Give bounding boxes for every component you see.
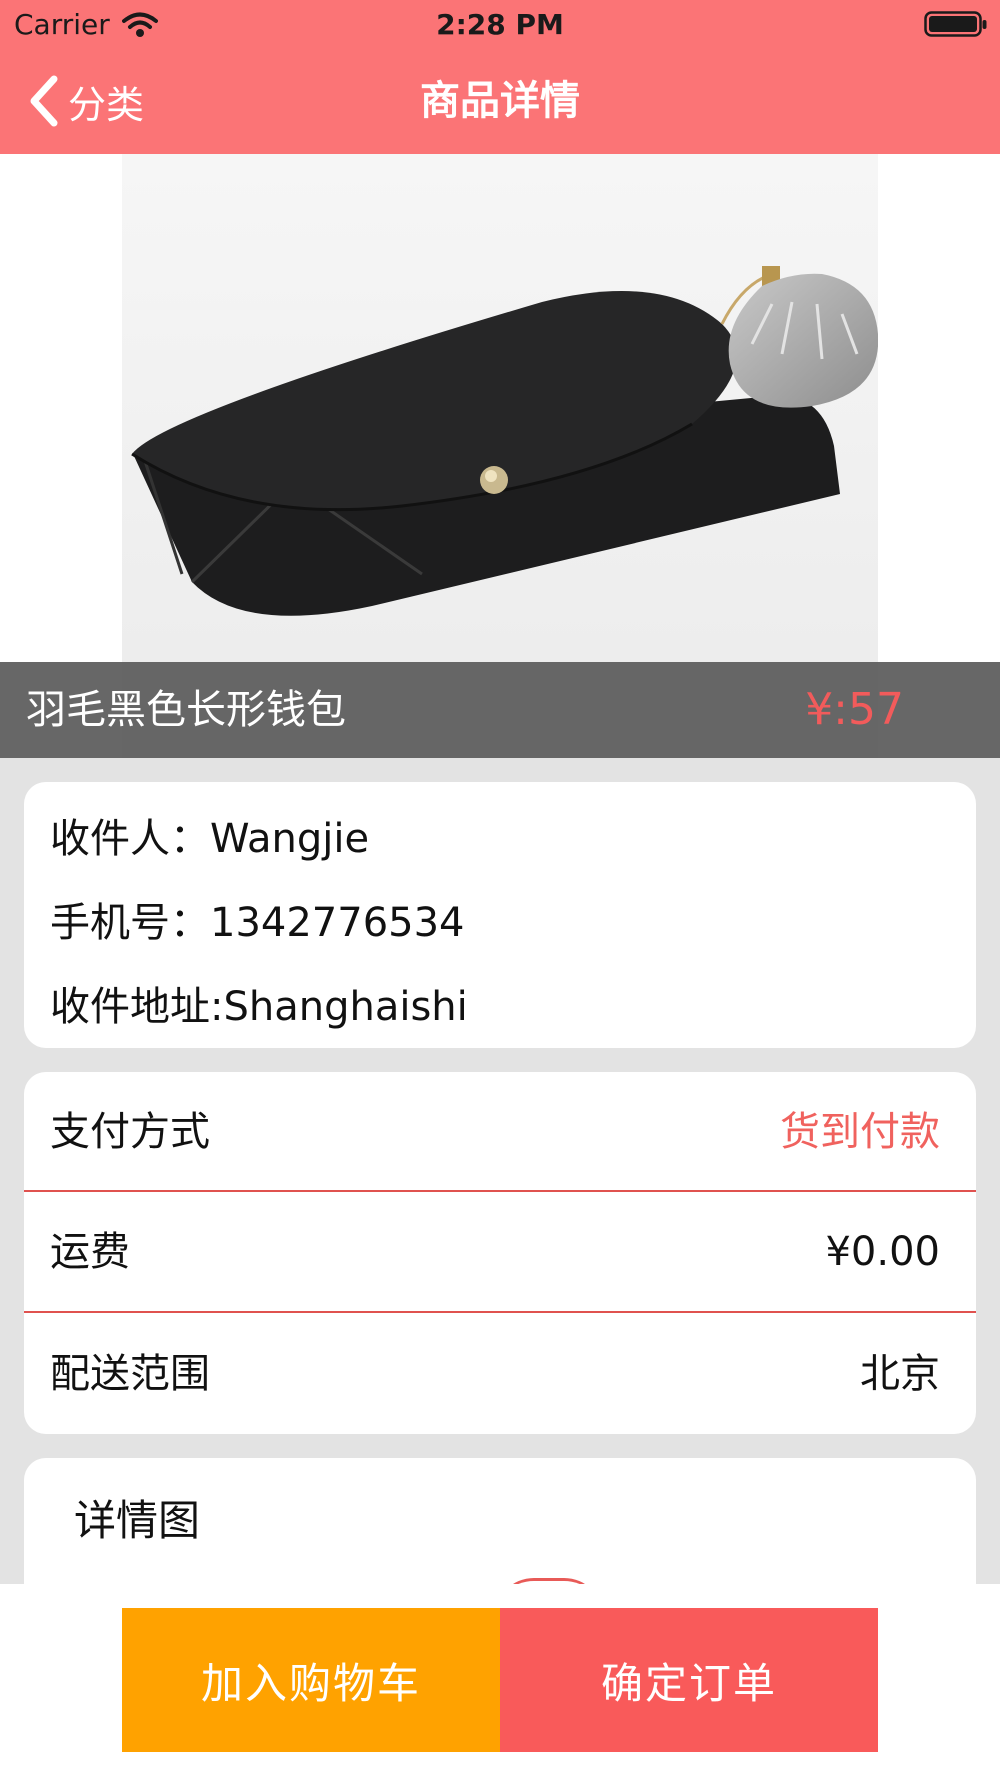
add-to-cart-button[interactable]: 加入购物车: [122, 1608, 500, 1752]
app-header: Carrier 2:28 PM 分类 商品详情: [0, 0, 1000, 154]
shipping-fee-row: 运费 ¥0.00: [24, 1192, 976, 1312]
payment-method-row[interactable]: 支付方式 货到付款: [24, 1072, 976, 1192]
row-divider: [24, 1311, 976, 1313]
order-options-card: 支付方式 货到付款 运费 ¥0.00 配送范围 北京: [24, 1072, 976, 1434]
detail-images-card: 详情图: [24, 1458, 976, 1598]
delivery-area-value: 北京: [860, 1351, 940, 1397]
delivery-area-row: 配送范围 北京: [24, 1314, 976, 1434]
product-price: ¥:57: [805, 684, 904, 735]
navigation-bar: 分类 商品详情: [0, 50, 1000, 154]
detail-images-title: 详情图: [74, 1496, 201, 1545]
page-title: 商品详情: [420, 78, 580, 124]
shipping-fee-label: 运费: [50, 1229, 130, 1275]
confirm-order-button[interactable]: 确定订单: [500, 1608, 878, 1752]
product-title-strip: 羽毛黑色长形钱包 ¥:57: [0, 662, 1000, 758]
delivery-area-label: 配送范围: [50, 1351, 210, 1397]
bottom-action-bar: 加入购物车 确定订单: [0, 1584, 1000, 1778]
recipient-name: 收件人：Wangjie: [50, 816, 370, 862]
status-time: 2:28 PM: [436, 8, 564, 41]
battery-icon: [924, 11, 987, 37]
status-bar: Carrier 2:28 PM: [0, 0, 1000, 50]
address-card[interactable]: 收件人：Wangjie 手机号：1342776534 收件地址:Shanghai…: [24, 782, 976, 1048]
recipient-address: 收件地址:Shanghaishi: [50, 984, 468, 1030]
shipping-fee-value: ¥0.00: [825, 1229, 940, 1275]
product-name: 羽毛黑色长形钱包: [26, 687, 346, 733]
payment-method-value: 货到付款: [780, 1109, 940, 1155]
recipient-phone: 手机号：1342776534: [50, 900, 465, 946]
payment-method-label: 支付方式: [50, 1109, 210, 1155]
